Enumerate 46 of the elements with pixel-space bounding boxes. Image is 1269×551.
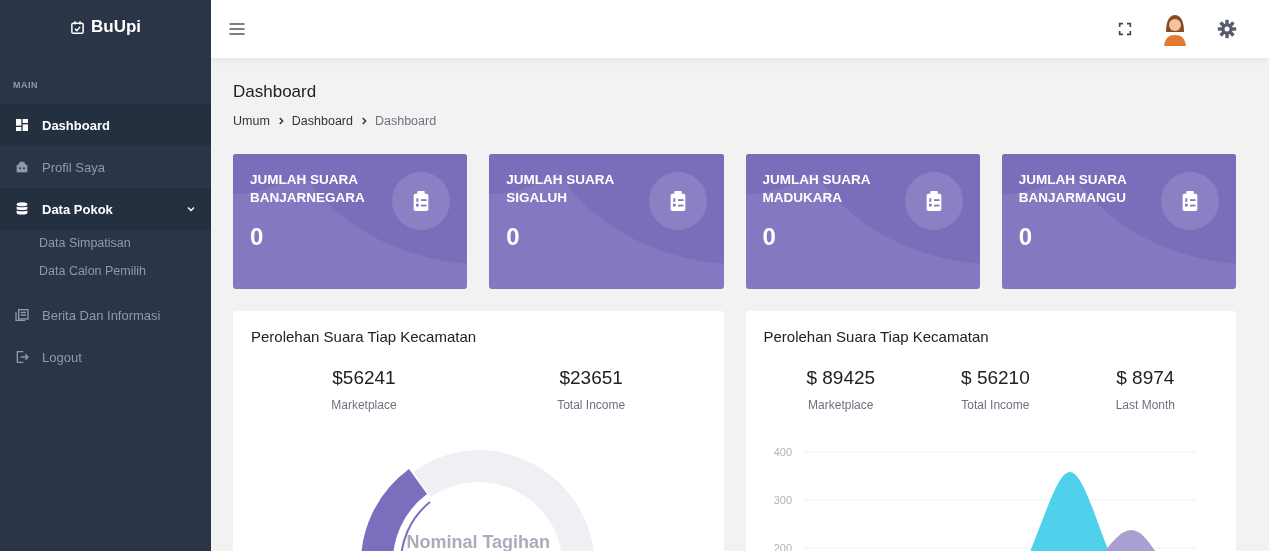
calendar-check-icon — [69, 19, 85, 35]
breadcrumb-link[interactable]: Dashboard — [291, 114, 353, 128]
robot-face-icon — [14, 159, 30, 175]
sidebar-subitem[interactable]: Data Calon Pemilih — [0, 258, 211, 286]
stat-amount: $ 56210 — [961, 367, 1030, 389]
sidebar-item[interactable]: Logout — [0, 336, 211, 378]
fullscreen-button[interactable] — [1117, 21, 1133, 37]
settings-icon — [1217, 19, 1237, 39]
brand-name: BuUpi — [90, 17, 141, 37]
card-title: Perolehan Suara Tiap Kecamatan — [251, 328, 478, 345]
stat-label: Marketplace — [331, 398, 397, 412]
stat-value: 0 — [1018, 223, 1034, 251]
stat-title: JUMLAH SUARA MADUKARA — [762, 171, 871, 207]
stat-amount: $23651 — [559, 367, 623, 389]
stat-value: 0 — [762, 223, 777, 251]
stat-title: JUMLAH SUARA BANJARMANGU — [1018, 171, 1128, 207]
stat-title: JUMLAH SUARA BANJARNEGARA — [250, 171, 366, 207]
database-icon — [14, 201, 30, 217]
logout-icon — [14, 349, 30, 365]
card-title: Perolehan Suara Tiap Kecamatan — [763, 328, 990, 345]
stat-label: Total Income — [557, 398, 626, 412]
stat-value: 0 — [506, 223, 521, 251]
stat-amount: $ 89425 — [806, 367, 876, 389]
stat-label: Total Income — [961, 398, 1030, 412]
stat-label: Marketplace — [808, 398, 874, 412]
sidebar-subitem[interactable]: Data Simpatisan — [0, 230, 211, 258]
sidebar-item[interactable]: Dashboard — [0, 104, 211, 146]
stat-title: JUMLAH SUARA SIGALUH — [506, 171, 615, 207]
axis-tick-label: 300 — [773, 494, 792, 506]
page-title: Dashboard — [233, 82, 318, 102]
newspaper-icon — [14, 307, 30, 323]
sidebar-item[interactable]: Data Pokok — [0, 188, 211, 230]
stat-amount: $ 8974 — [1116, 367, 1175, 389]
stat-label: Last Month — [1115, 398, 1175, 412]
dashboard-icon — [14, 117, 30, 133]
donut-center-label: Nominal Tagihan — [406, 532, 551, 551]
settings-button[interactable] — [1217, 19, 1237, 39]
section-label: MAIN — [12, 79, 39, 92]
axis-tick-label: 400 — [773, 446, 792, 458]
breadcrumb-link[interactable]: Umum — [233, 114, 270, 128]
stat-amount: $56241 — [332, 367, 396, 389]
breadcrumb-link[interactable]: Dashboard — [374, 114, 437, 128]
stat-value: 0 — [250, 223, 265, 251]
sidebar-item[interactable]: Profil Saya — [0, 146, 211, 188]
fullscreen-icon — [1117, 21, 1133, 37]
sidebar-item[interactable]: Berita Dan Informasi — [0, 294, 211, 336]
